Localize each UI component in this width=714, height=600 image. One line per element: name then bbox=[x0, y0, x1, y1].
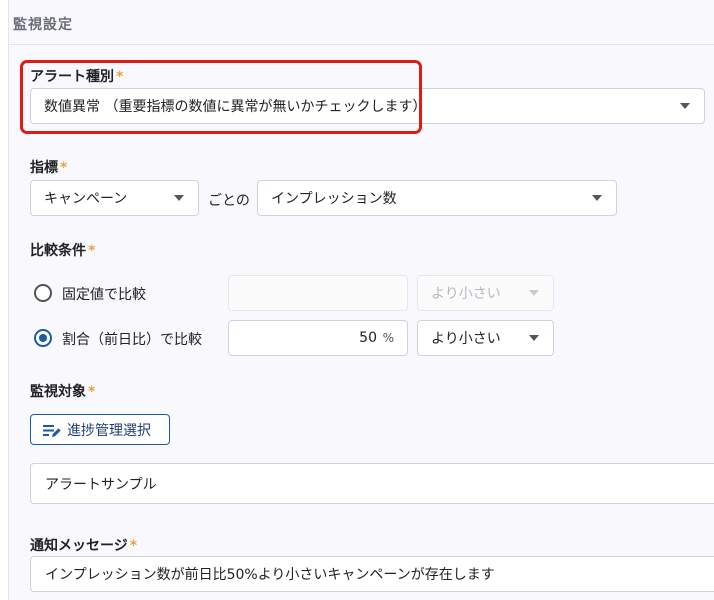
metric-level-value: キャンペーン bbox=[44, 191, 128, 207]
edit-list-icon bbox=[43, 425, 61, 437]
metric-label: 指標 * bbox=[30, 160, 68, 176]
chevron-down-icon bbox=[529, 335, 539, 341]
required-mark: * bbox=[129, 538, 138, 554]
message-input[interactable]: インプレッション数が前日比50%より小さいキャンペーンが存在します bbox=[30, 556, 714, 592]
chevron-down-icon bbox=[592, 195, 602, 201]
metric-select[interactable]: インプレッション数 bbox=[257, 180, 617, 216]
select-progress-button[interactable]: 進捗管理選択 bbox=[30, 414, 170, 445]
fixed-value-label[interactable]: 固定値で比較 bbox=[62, 284, 146, 304]
fixed-value-input[interactable] bbox=[228, 275, 408, 311]
required-mark: * bbox=[88, 243, 96, 259]
target-value: アラートサンプル bbox=[45, 476, 157, 493]
chevron-down-icon bbox=[174, 195, 184, 201]
select-progress-button-label: 進捗管理選択 bbox=[67, 422, 151, 439]
ratio-number: 50 bbox=[359, 330, 377, 346]
ratio-operator-value: より小さい bbox=[431, 331, 501, 347]
required-mark: * bbox=[116, 69, 124, 85]
ratio-input[interactable]: 50 % bbox=[228, 320, 408, 356]
comparison-label: 比較条件 * bbox=[30, 243, 96, 259]
fixed-value-radio[interactable] bbox=[34, 284, 52, 302]
metric-connector: ごとの bbox=[208, 193, 250, 209]
message-label: 通知メッセージ * bbox=[30, 538, 138, 554]
chevron-down-icon bbox=[529, 290, 539, 296]
ratio-label[interactable]: 割合（前日比）で比較 bbox=[62, 329, 202, 349]
required-mark: * bbox=[60, 160, 68, 176]
fixed-operator-value: より小さい bbox=[431, 286, 501, 302]
alert-type-select[interactable]: 数値異常 （重要指標の数値に異常が無いかチェックします） bbox=[30, 88, 705, 124]
alert-type-label: アラート種別 * bbox=[30, 69, 124, 85]
target-value-box: アラートサンプル bbox=[30, 463, 714, 504]
message-value: インプレッション数が前日比50%より小さいキャンペーンが存在します bbox=[45, 567, 495, 583]
ratio-operator-select[interactable]: より小さい bbox=[417, 320, 554, 356]
chevron-down-icon bbox=[680, 103, 690, 109]
metric-level-select[interactable]: キャンペーン bbox=[30, 180, 199, 216]
required-mark: * bbox=[88, 384, 96, 400]
target-label: 監視対象 * bbox=[30, 384, 96, 400]
panel-header: 監視設定 bbox=[9, 0, 714, 45]
fixed-operator-select[interactable]: より小さい bbox=[417, 275, 554, 311]
panel-title: 監視設定 bbox=[13, 17, 73, 33]
ratio-radio[interactable] bbox=[34, 329, 52, 347]
alert-type-value: 数値異常 （重要指標の数値に異常が無いかチェックします） bbox=[44, 99, 427, 115]
metric-value: インプレッション数 bbox=[271, 191, 397, 207]
percent-unit: % bbox=[382, 331, 394, 345]
